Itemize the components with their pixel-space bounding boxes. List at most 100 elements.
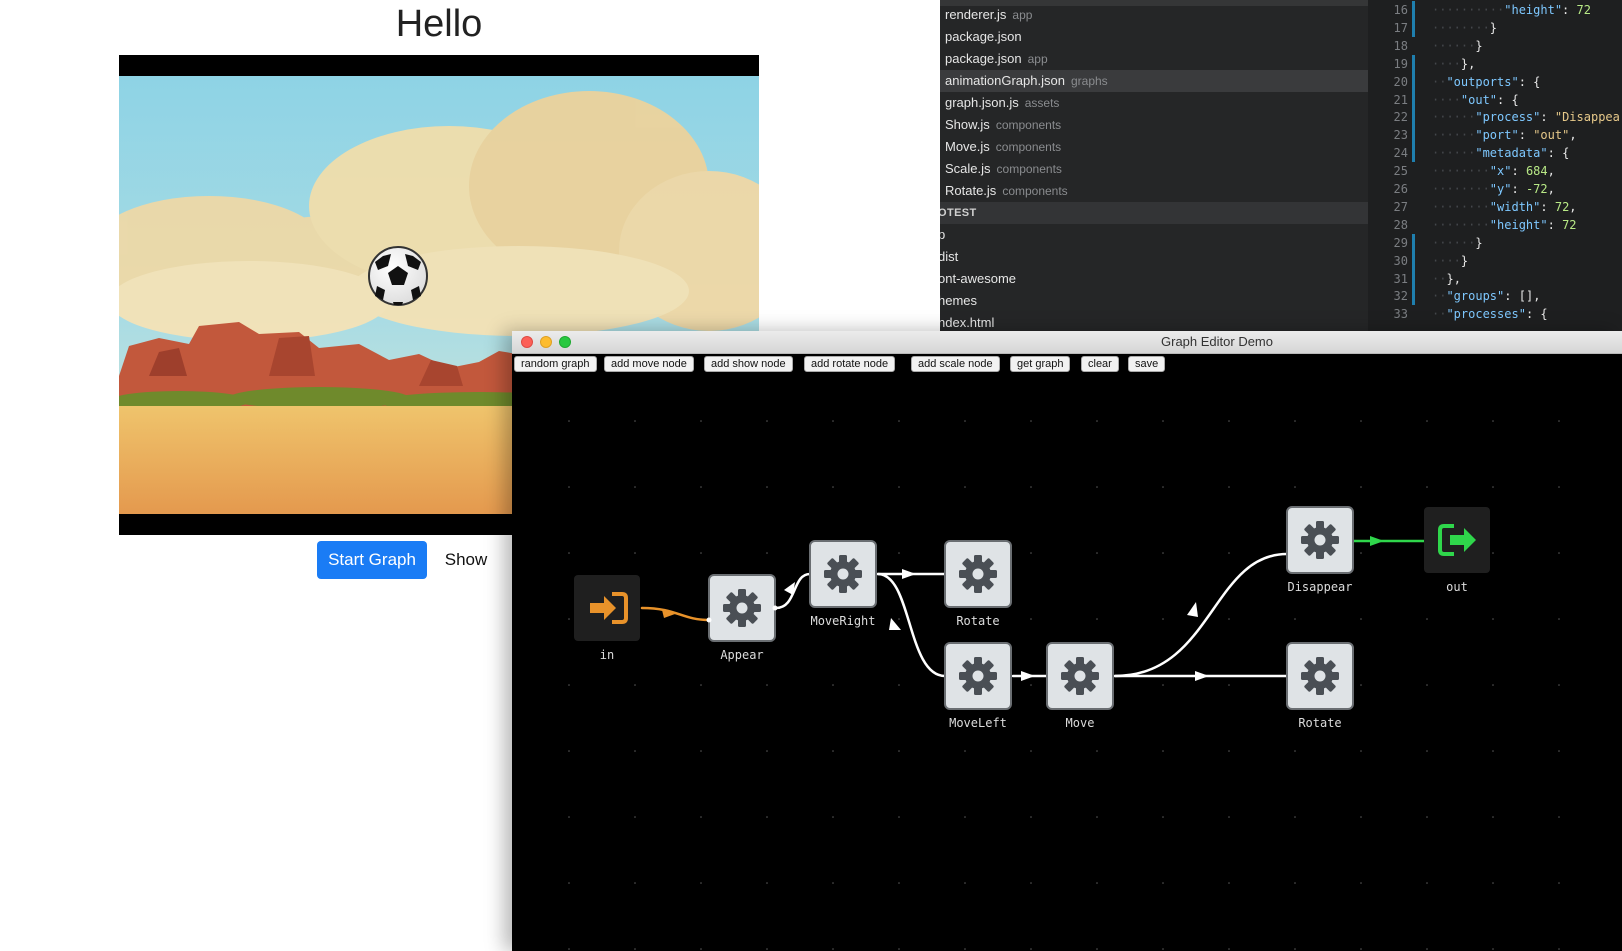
file-item[interactable]: Rotate.js components [940,180,1368,202]
node-label: Rotate [1298,716,1341,730]
file-dir: graphs [1070,74,1108,88]
file-name: Rotate.js [945,183,997,198]
code-text: ··"processes": { [1432,307,1548,322]
file-item[interactable]: package.json [940,26,1368,48]
add-move-node-button[interactable]: add move node [604,356,694,372]
code-line[interactable]: 27 ········"width": 72, [1368,198,1622,216]
git-change-marker [1412,1,1415,19]
node-disappear[interactable]: Disappear [1286,506,1354,594]
start-graph-button[interactable]: Start Graph [317,541,427,579]
code-line[interactable]: 26 ········"y": -72, [1368,180,1622,198]
folder-name: ont-awesome [940,271,1017,286]
code-line[interactable]: 18 ······} [1368,37,1622,55]
code-line[interactable]: 31 ··}, [1368,269,1622,288]
add-show-node-button[interactable]: add show node [704,356,793,372]
git-change-marker [1412,90,1415,109]
line-number: 33 [1393,307,1408,322]
line-number: 31 [1393,271,1408,286]
node-label: in [600,648,614,662]
file-name: renderer.js [945,7,1007,22]
file-item[interactable]: Move.js components [940,136,1368,158]
git-change-marker [1412,54,1415,73]
line-number: 21 [1393,92,1408,107]
node-rotate-bottom[interactable]: Rotate [1286,642,1354,730]
file-name: Move.js [945,139,990,154]
editor-file-tree: renderer.js app package.json package.json… [940,0,1368,331]
file-item[interactable]: Scale.js components [940,158,1368,180]
code-line[interactable]: 17 ········} [1368,18,1622,37]
folder-name: dist [940,249,959,264]
add-rotate-node-button[interactable]: add rotate node [804,356,896,372]
node-rotate-top[interactable]: Rotate [944,540,1012,628]
code-text: ··"outports": { [1432,74,1541,89]
node-move[interactable]: Move [1046,642,1114,730]
graph-canvas[interactable]: in Appear MoveRight Rotate MoveLeft Move… [512,376,1622,951]
graph-toolbar: random graph add move node add show node… [512,354,1622,376]
gear-icon [1301,657,1339,695]
node-label: Move [1066,716,1095,730]
edge-moveright-moveleft[interactable] [876,572,947,678]
clear-button[interactable]: clear [1081,356,1119,372]
folder-item[interactable]: hemes [940,290,1368,312]
gear-icon [824,555,862,593]
edge-in-appear[interactable] [640,606,711,622]
gear-icon [959,657,997,695]
code-line[interactable]: 25 ········"x": 684, [1368,162,1622,180]
code-line[interactable]: 33 ··"processes": { [1368,305,1622,323]
code-text: ······} [1432,38,1483,53]
node-in[interactable]: in [574,575,640,662]
code-text: ··········"height": 72 [1432,3,1591,17]
git-change-marker [1412,144,1415,163]
code-line[interactable]: 30 ····} [1368,251,1622,270]
node-out[interactable]: out [1424,507,1490,594]
line-number: 30 [1393,253,1408,268]
node-label: MoveRight [810,614,875,628]
save-button[interactable]: save [1128,356,1166,372]
code-line[interactable]: 29 ······} [1368,233,1622,252]
gear-icon [723,589,761,627]
node-appear[interactable]: Appear [706,574,778,662]
random-graph-button[interactable]: random graph [514,356,597,372]
code-line[interactable]: 21 ····"out": { [1368,90,1622,109]
code-editor[interactable]: 16 ··········"height": 72 17 ········} 18 ···… [1368,0,1622,331]
node-label: Rotate [956,614,999,628]
code-text: ······"port": "out", [1432,128,1577,143]
file-name: package.json [945,29,1022,44]
code-line[interactable]: 22 ······"process": "Disappea [1368,108,1622,127]
file-item-selected[interactable]: animationGraph.json graphs [940,70,1368,92]
add-scale-node-button[interactable]: add scale node [911,356,1000,372]
code-line[interactable]: 23 ······"port": "out", [1368,126,1622,145]
file-item[interactable]: package.json app [940,48,1368,70]
node-moveright[interactable]: MoveRight [809,540,877,628]
file-item[interactable]: graph.json.js assets [940,92,1368,114]
folder-item[interactable]: p [940,224,1368,246]
code-line[interactable]: 24 ······"metadata": { [1368,144,1622,163]
code-line[interactable]: 20 ··"outports": { [1368,72,1622,91]
code-line[interactable]: 16 ··········"height": 72 [1368,1,1622,19]
show-button[interactable]: Show [436,541,496,579]
folder-item[interactable]: ont-awesome [940,268,1368,290]
get-graph-button[interactable]: get graph [1010,356,1071,372]
code-line[interactable]: 32 ··"groups": [], [1368,287,1622,306]
file-name: animationGraph.json [945,73,1065,88]
file-item[interactable]: ndex.html [940,312,1368,331]
line-number: 25 [1393,164,1408,179]
file-item[interactable]: renderer.js app [940,4,1368,26]
edge-move-disappear[interactable] [1113,552,1289,678]
line-number: 20 [1393,74,1408,89]
folder-item[interactable]: dist [940,246,1368,268]
line-number: 32 [1393,289,1408,304]
line-number: 26 [1393,182,1408,196]
line-number: 28 [1393,217,1408,232]
file-name: graph.json.js [945,95,1019,110]
git-change-marker [1412,251,1415,270]
gear-icon [1061,657,1099,695]
window-titlebar[interactable]: Graph Editor Demo [512,331,1622,354]
code-line[interactable]: 19 ····}, [1368,54,1622,73]
file-item[interactable]: Show.js components [940,114,1368,136]
node-moveleft[interactable]: MoveLeft [944,642,1012,730]
code-line[interactable]: 28 ········"height": 72 [1368,216,1622,234]
file-name: Scale.js [945,161,991,176]
file-dir: components [995,140,1062,154]
project-folder-header[interactable]: OTEST [940,202,1368,224]
